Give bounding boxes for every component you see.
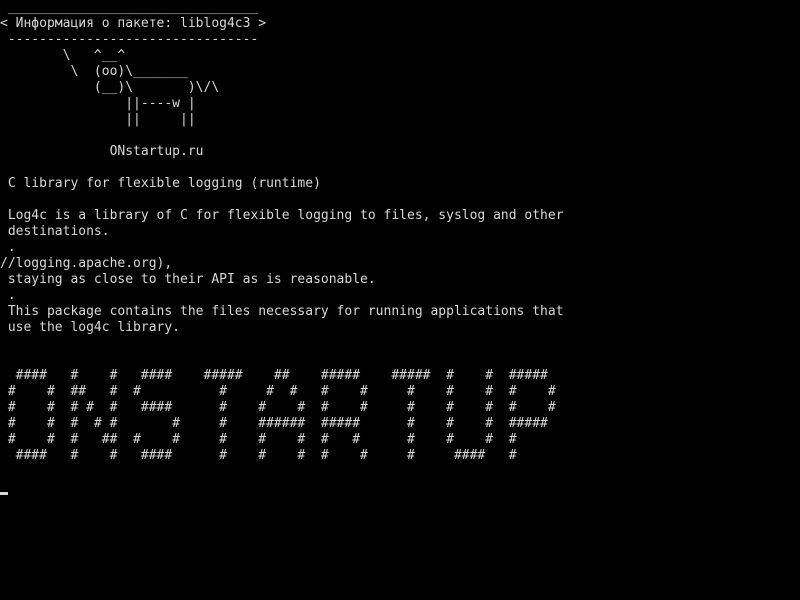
terminal-screen: ________________________________ < Инфор… xyxy=(0,0,800,600)
package-description-line: Log4c is a library of C for flexible log… xyxy=(0,208,564,223)
package-description-line: . xyxy=(0,240,16,255)
package-description-line: staying as close to their API as is reas… xyxy=(0,272,376,287)
cow-ascii-line: \ (oo)\_______ xyxy=(0,64,188,79)
cow-ascii-line: ||----w | xyxy=(0,96,196,111)
banner-ascii-line: # # # ## # # # # # # # # # # # xyxy=(0,432,517,447)
banner-ascii-line: # # # # # # # ###### ##### # # # ##### xyxy=(0,416,548,431)
cow-ascii-line: \ ^__^ xyxy=(0,48,126,63)
package-description-line: //logging.apache.org), xyxy=(0,256,173,271)
package-description-line: use the log4c library. xyxy=(0,320,181,335)
package-description-line: This package contains the files necessar… xyxy=(0,304,564,319)
cow-ascii-line: || || xyxy=(0,112,196,127)
cowsay-message: < Информация о пакете: liblog4c3 > xyxy=(0,16,267,31)
cowsay-bottom-border: -------------------------------- xyxy=(0,32,259,47)
package-summary: C library for flexible logging (runtime) xyxy=(0,176,321,191)
banner-ascii-line: #### # # #### ##### ## ##### ##### # # #… xyxy=(0,368,548,383)
banner-ascii-line: # # # # # #### # # # # # # # # # # xyxy=(0,400,556,415)
site-credit: ONstartup.ru xyxy=(0,144,204,159)
banner-ascii-line: #### # # #### # # # # # # #### # xyxy=(0,448,517,463)
cowsay-top-border: ________________________________ xyxy=(0,0,259,15)
banner-ascii-line: # # ## # # # # # # # # # # # # xyxy=(0,384,556,399)
text-cursor xyxy=(0,492,8,495)
cow-ascii-line: (__)\ )\/\ xyxy=(0,80,220,95)
package-description-line: . xyxy=(0,288,16,303)
package-description-line: destinations. xyxy=(0,224,110,239)
